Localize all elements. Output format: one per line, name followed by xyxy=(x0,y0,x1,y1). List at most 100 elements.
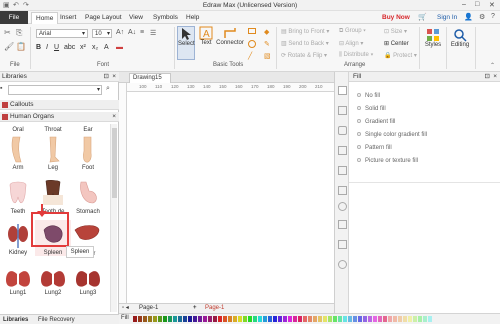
help-tool-icon[interactable] xyxy=(338,260,347,269)
line-tool-icon[interactable]: ╱ xyxy=(248,52,252,60)
sign-in-link[interactable]: Sign In xyxy=(437,14,457,21)
color-swatch[interactable] xyxy=(258,316,262,322)
color-swatch[interactable] xyxy=(163,316,167,322)
menu-view[interactable]: View xyxy=(129,14,143,21)
search-icon[interactable]: ⌕ xyxy=(106,85,110,93)
align-button[interactable]: ⊟ Align ▾ xyxy=(339,40,363,47)
tab-file-recovery[interactable]: File Recovery xyxy=(38,315,75,324)
color-swatch[interactable] xyxy=(203,316,207,322)
decrease-font-icon[interactable]: A↓ xyxy=(128,29,136,36)
send-to-back-button[interactable]: ▥ Send to Back ▾ xyxy=(281,40,329,47)
color-swatch[interactable] xyxy=(143,316,147,322)
shape-lung2[interactable]: Lung2 xyxy=(35,262,71,296)
color-swatch[interactable] xyxy=(238,316,242,322)
color-swatch[interactable] xyxy=(278,316,282,322)
fill-option-no-fill[interactable]: No fill xyxy=(357,93,380,99)
category-callouts[interactable]: Callouts xyxy=(0,100,119,110)
attachment-tool-icon[interactable] xyxy=(338,220,347,229)
shape-stomach[interactable]: Stomach xyxy=(70,179,106,215)
library-menu-icon[interactable]: ▪ xyxy=(0,85,2,92)
color-swatch[interactable] xyxy=(273,316,277,322)
color-swatch[interactable] xyxy=(248,316,252,322)
fill-bucket-icon[interactable]: ◆ xyxy=(264,28,269,36)
tab-libraries[interactable]: Libraries xyxy=(3,315,28,324)
color-swatch[interactable] xyxy=(228,316,232,322)
document-tab[interactable]: Drawing15 xyxy=(129,73,171,83)
color-swatch[interactable] xyxy=(223,316,227,322)
shadow-tool-icon[interactable] xyxy=(338,126,347,135)
fill-option-single-color-gradient[interactable]: Single color gradient fill xyxy=(357,132,427,138)
color-swatch[interactable] xyxy=(213,316,217,322)
menu-insert[interactable]: Insert xyxy=(60,14,76,21)
shape-foot[interactable]: Foot xyxy=(70,135,106,171)
minimize-button[interactable]: – xyxy=(462,1,466,8)
group-button[interactable]: ⧉ Group ▾ xyxy=(339,28,366,35)
color-swatch[interactable] xyxy=(388,316,392,322)
color-swatch[interactable] xyxy=(318,316,322,322)
connector-tool-button[interactable]: Connector xyxy=(216,26,244,60)
distribute-button[interactable]: ⫼ Distribute ▾ xyxy=(339,52,373,59)
color-swatch[interactable] xyxy=(208,316,212,322)
underline-icon[interactable]: U xyxy=(54,44,59,51)
color-swatch[interactable] xyxy=(343,316,347,322)
color-swatch[interactable] xyxy=(403,316,407,322)
color-swatch[interactable] xyxy=(308,316,312,322)
fill-option-gradient[interactable]: Gradient fill xyxy=(357,119,395,125)
fill-option-solid[interactable]: Solid fill xyxy=(357,106,386,112)
color-swatch[interactable] xyxy=(188,316,192,322)
close-button[interactable]: ✕ xyxy=(489,1,495,9)
file-menu[interactable]: File xyxy=(0,11,28,24)
color-swatch[interactable] xyxy=(253,316,257,322)
color-swatches[interactable] xyxy=(133,316,433,322)
strikethrough-icon[interactable]: abc xyxy=(64,44,75,51)
settings-icon[interactable]: ⚙ xyxy=(479,13,485,21)
page-nav-icon[interactable]: ▫ ◂ xyxy=(122,304,129,313)
layout-tool-icon[interactable] xyxy=(338,166,347,175)
drawing-canvas[interactable] xyxy=(127,92,334,303)
color-swatch[interactable] xyxy=(178,316,182,322)
shape-throat[interactable]: Throat xyxy=(35,127,71,133)
color-swatch[interactable] xyxy=(378,316,382,322)
color-swatch[interactable] xyxy=(153,316,157,322)
cart-icon[interactable]: 🛒 xyxy=(418,13,427,21)
text-tool-button[interactable]: A Text xyxy=(198,26,214,60)
close-icon[interactable]: × xyxy=(112,112,116,122)
color-swatch[interactable] xyxy=(283,316,287,322)
fill-option-picture[interactable]: Picture or texture fill xyxy=(357,158,418,164)
color-swatch[interactable] xyxy=(313,316,317,322)
color-swatch[interactable] xyxy=(368,316,372,322)
pin-icon[interactable]: ⊡ xyxy=(485,72,490,82)
font-name-select[interactable]: Arial ▾ xyxy=(36,29,88,38)
color-swatch[interactable] xyxy=(298,316,302,322)
line-tool-icon[interactable] xyxy=(338,106,347,115)
line-style-icon[interactable]: ✎ xyxy=(264,40,270,48)
pin-icon[interactable]: ⊡ xyxy=(104,72,109,82)
color-swatch[interactable] xyxy=(173,316,177,322)
color-swatch[interactable] xyxy=(428,316,432,322)
data-tool-icon[interactable] xyxy=(338,186,347,195)
menu-page-layout[interactable]: Page Layout xyxy=(85,14,122,21)
page-tab-b[interactable]: Page-1 xyxy=(205,304,224,313)
color-swatch[interactable] xyxy=(338,316,342,322)
rotate-flip-button[interactable]: ⟳ Rotate & Flip ▾ xyxy=(281,52,327,59)
paste-icon[interactable]: 📋 xyxy=(16,42,26,51)
close-icon[interactable]: × xyxy=(112,72,116,82)
color-swatch[interactable] xyxy=(133,316,137,322)
color-swatch[interactable] xyxy=(418,316,422,322)
size-button[interactable]: ⊡ Size ▾ xyxy=(384,28,407,35)
fill-tool-icon[interactable] xyxy=(338,86,347,95)
color-swatch[interactable] xyxy=(393,316,397,322)
add-page-icon[interactable]: + xyxy=(193,304,197,313)
text-color-icon[interactable]: A xyxy=(104,44,109,51)
shape-leg[interactable]: Leg xyxy=(35,135,71,171)
color-swatch[interactable] xyxy=(268,316,272,322)
color-swatch[interactable] xyxy=(333,316,337,322)
category-human-organs[interactable]: Human Organs × xyxy=(0,112,119,122)
color-swatch[interactable] xyxy=(363,316,367,322)
color-swatch[interactable] xyxy=(353,316,357,322)
subscript-icon[interactable]: x₂ xyxy=(92,44,98,51)
color-swatch[interactable] xyxy=(383,316,387,322)
increase-font-icon[interactable]: A↑ xyxy=(116,29,124,36)
comment-tool-icon[interactable] xyxy=(338,240,347,249)
shape-arm[interactable]: Arm xyxy=(0,135,36,171)
